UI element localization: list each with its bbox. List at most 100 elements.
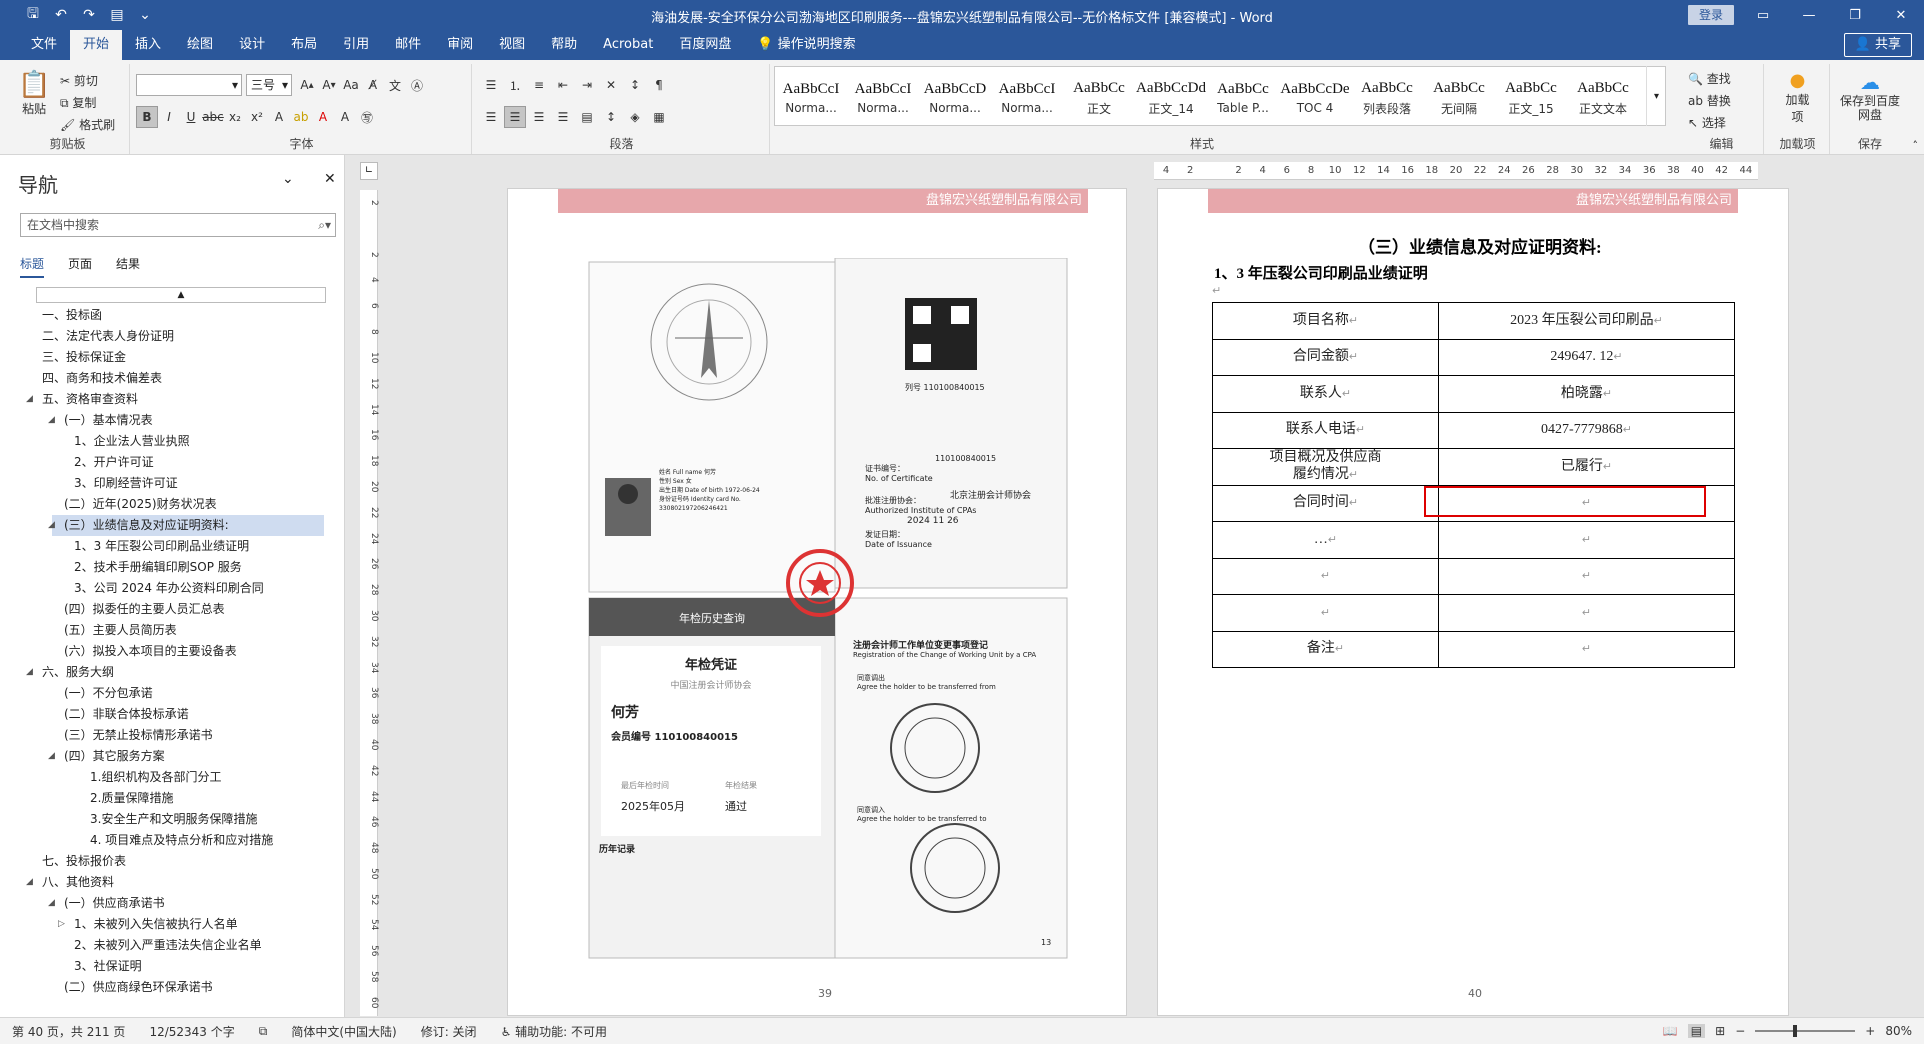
nav-heading-item[interactable]: (五）主要人员简历表 bbox=[0, 620, 340, 641]
style-item[interactable]: AaBbCcDd 正文_14 bbox=[1135, 67, 1207, 125]
minimize-icon[interactable]: — bbox=[1786, 0, 1832, 30]
phonetic-guide-icon[interactable]: 文 bbox=[384, 74, 406, 96]
line-spacing-icon[interactable]: ↕ bbox=[600, 106, 622, 128]
nav-heading-item[interactable]: 二、法定代表人身份证明 bbox=[0, 326, 340, 347]
text-effects-icon[interactable]: A bbox=[268, 106, 290, 128]
nav-heading-item[interactable]: (四）拟委任的主要人员汇总表 bbox=[0, 599, 340, 620]
nav-heading-item[interactable]: 3、印刷经营许可证 bbox=[0, 473, 340, 494]
table-value-cell[interactable]: ↵ bbox=[1438, 630, 1735, 668]
select-button[interactable]: ↖ 选择 bbox=[1688, 112, 1731, 134]
nav-heading-item[interactable]: 2、技术手册编辑印刷SOP 服务 bbox=[0, 557, 340, 578]
table-label-cell[interactable]: 联系人↵ bbox=[1212, 375, 1439, 413]
zoom-in-icon[interactable]: + bbox=[1865, 1024, 1875, 1038]
strikethrough-icon[interactable]: abc bbox=[202, 106, 224, 128]
tab-view[interactable]: 视图 bbox=[486, 30, 538, 60]
nav-search-input[interactable]: 在文档中搜索 ⌕▾ bbox=[20, 213, 336, 237]
table-value-cell[interactable]: 0427-7779868↵ bbox=[1438, 411, 1735, 449]
superscript-icon[interactable]: x² bbox=[246, 106, 268, 128]
nav-heading-item[interactable]: (二）近年(2025)财务状况表 bbox=[0, 494, 340, 515]
nav-tab-results[interactable]: 结果 bbox=[116, 255, 140, 278]
format-painter-button[interactable]: 🖌 格式刷 bbox=[60, 114, 115, 136]
new-document-icon[interactable]: ▤ bbox=[108, 7, 126, 23]
tab-design[interactable]: 设计 bbox=[226, 30, 278, 60]
expand-triangle-icon[interactable]: ◢ bbox=[26, 662, 33, 683]
table-label-cell[interactable]: 项目名称↵ bbox=[1212, 302, 1439, 340]
nav-heading-item[interactable]: 1.组织机构及各部门分工 bbox=[0, 767, 340, 788]
restore-icon[interactable]: ❐ bbox=[1832, 0, 1878, 30]
scroll-up-button[interactable]: ▲ bbox=[36, 287, 326, 303]
nav-heading-item[interactable]: 2.质量保障措施 bbox=[0, 788, 340, 809]
undo-icon[interactable]: ↶ bbox=[52, 7, 70, 23]
increase-indent-icon[interactable]: ⇥ bbox=[576, 74, 598, 96]
nav-heading-item[interactable]: 2、开户许可证 bbox=[0, 452, 340, 473]
enclose-char-icon[interactable]: ㊢ bbox=[356, 106, 378, 128]
nav-heading-item[interactable]: 3、社保证明 bbox=[0, 956, 340, 977]
nav-heading-item[interactable]: ◢ (三）业绩信息及对应证明资料: bbox=[48, 515, 324, 536]
nav-heading-item[interactable]: 七、投标报价表 bbox=[0, 851, 340, 872]
expand-triangle-icon[interactable]: ◢ bbox=[26, 389, 33, 410]
save-icon[interactable]: 🖫 bbox=[24, 3, 42, 27]
expand-triangle-icon[interactable]: ◢ bbox=[26, 872, 33, 893]
style-item[interactable]: AaBbCcI Norma... bbox=[991, 67, 1063, 125]
bullets-icon[interactable]: ☰ bbox=[480, 74, 502, 96]
tab-acrobat[interactable]: Acrobat bbox=[590, 30, 666, 60]
expand-triangle-icon[interactable]: ◢ bbox=[48, 746, 55, 767]
nav-heading-item[interactable]: (二）供应商绿色环保承诺书 bbox=[0, 977, 340, 998]
font-name-box[interactable]: ▾ bbox=[136, 74, 242, 96]
style-item[interactable]: AaBbCcDe TOC 4 bbox=[1279, 67, 1351, 125]
clear-formatting-icon[interactable]: A̸ bbox=[362, 74, 384, 96]
nav-heading-item[interactable]: (三）无禁止投标情形承诺书 bbox=[0, 725, 340, 746]
section-heading[interactable]: （三）业绩信息及对应证明资料: bbox=[1358, 233, 1602, 258]
paste-button[interactable]: 📋 粘贴 bbox=[18, 70, 50, 117]
tab-baidu[interactable]: 百度网盘 bbox=[666, 30, 744, 60]
char-border-icon[interactable]: Ⓐ bbox=[406, 74, 428, 96]
align-center-icon[interactable]: ☰ bbox=[504, 106, 526, 128]
expand-triangle-icon[interactable]: ◢ bbox=[48, 410, 55, 431]
table-label-cell[interactable]: 合同金额↵ bbox=[1212, 338, 1439, 376]
grow-font-icon[interactable]: A ▴ bbox=[296, 74, 318, 96]
close-window-icon[interactable]: ✕ bbox=[1878, 0, 1924, 30]
borders-icon[interactable]: ▦ bbox=[648, 106, 670, 128]
save-to-baidu-button[interactable]: ☁ 保存到百度网盘 bbox=[1832, 70, 1908, 122]
nav-tab-headings[interactable]: 标题 bbox=[20, 255, 45, 278]
zoom-slider-thumb[interactable] bbox=[1793, 1025, 1798, 1037]
change-case-icon[interactable]: Aa bbox=[340, 74, 362, 96]
subsection-heading[interactable]: 1、3 年压裂公司印刷品业绩证明 bbox=[1214, 262, 1428, 283]
word-count-status[interactable]: 12/52343 个字 bbox=[137, 1023, 246, 1040]
nav-heading-item[interactable]: ◢ (一）供应商承诺书 bbox=[0, 893, 340, 914]
table-label-cell[interactable]: …↵ bbox=[1212, 521, 1439, 559]
expand-triangle-icon[interactable]: ◢ bbox=[48, 515, 55, 536]
track-changes-status[interactable]: 修订: 关闭 bbox=[409, 1023, 489, 1040]
addin-button[interactable]: ● 加载项 bbox=[1766, 70, 1829, 125]
justify-icon[interactable]: ☰ bbox=[552, 106, 574, 128]
accessibility-status[interactable]: ♿ 辅助功能: 不可用 bbox=[489, 1023, 619, 1040]
align-right-icon[interactable]: ☰ bbox=[528, 106, 550, 128]
page-count-status[interactable]: 第 40 页，共 211 页 bbox=[0, 1023, 137, 1040]
nav-heading-item[interactable]: (二）非联合体投标承诺 bbox=[0, 704, 340, 725]
expand-triangle-icon[interactable]: ◢ bbox=[48, 893, 55, 914]
style-item[interactable]: AaBbCc 正文_15 bbox=[1495, 67, 1567, 125]
styles-more-icon[interactable]: ▾ bbox=[1646, 66, 1666, 126]
cpa-certificate-scan[interactable]: 列号 110100840015 证书编号： No. of Certificate… bbox=[585, 257, 1073, 962]
style-item[interactable]: AaBbCcI Norma... bbox=[775, 67, 847, 125]
distributed-icon[interactable]: ▤ bbox=[576, 106, 598, 128]
nav-heading-item[interactable]: ◢ 八、其他资料 bbox=[0, 872, 340, 893]
asian-layout-icon[interactable]: ✕ bbox=[600, 74, 622, 96]
table-label-cell[interactable]: ↵ bbox=[1212, 557, 1439, 595]
style-item[interactable]: AaBbCc 列表段落 bbox=[1351, 67, 1423, 125]
read-mode-icon[interactable]: 📖 bbox=[1663, 1024, 1678, 1038]
zoom-out-icon[interactable]: − bbox=[1735, 1024, 1745, 1038]
tell-me-search[interactable]: 💡 操作说明搜索 bbox=[744, 30, 868, 60]
tab-home[interactable]: 开始 bbox=[70, 30, 123, 60]
tab-layout[interactable]: 布局 bbox=[278, 30, 330, 60]
table-value-cell[interactable]: 249647. 12↵ bbox=[1438, 338, 1735, 376]
table-label-cell[interactable]: 联系人电话↵ bbox=[1212, 411, 1439, 449]
tab-mailings[interactable]: 邮件 bbox=[382, 30, 434, 60]
tab-file[interactable]: 文件 bbox=[18, 30, 70, 60]
nav-heading-item[interactable]: 3.安全生产和文明服务保障措施 bbox=[0, 809, 340, 830]
nav-heading-item[interactable]: (一）不分包承诺 bbox=[0, 683, 340, 704]
redo-icon[interactable]: ↷ bbox=[80, 7, 98, 23]
nav-heading-item[interactable]: 3、公司 2024 年办公资料印刷合同 bbox=[0, 578, 340, 599]
zoom-slider[interactable] bbox=[1755, 1025, 1856, 1037]
table-value-cell[interactable]: ↵ bbox=[1438, 594, 1735, 632]
